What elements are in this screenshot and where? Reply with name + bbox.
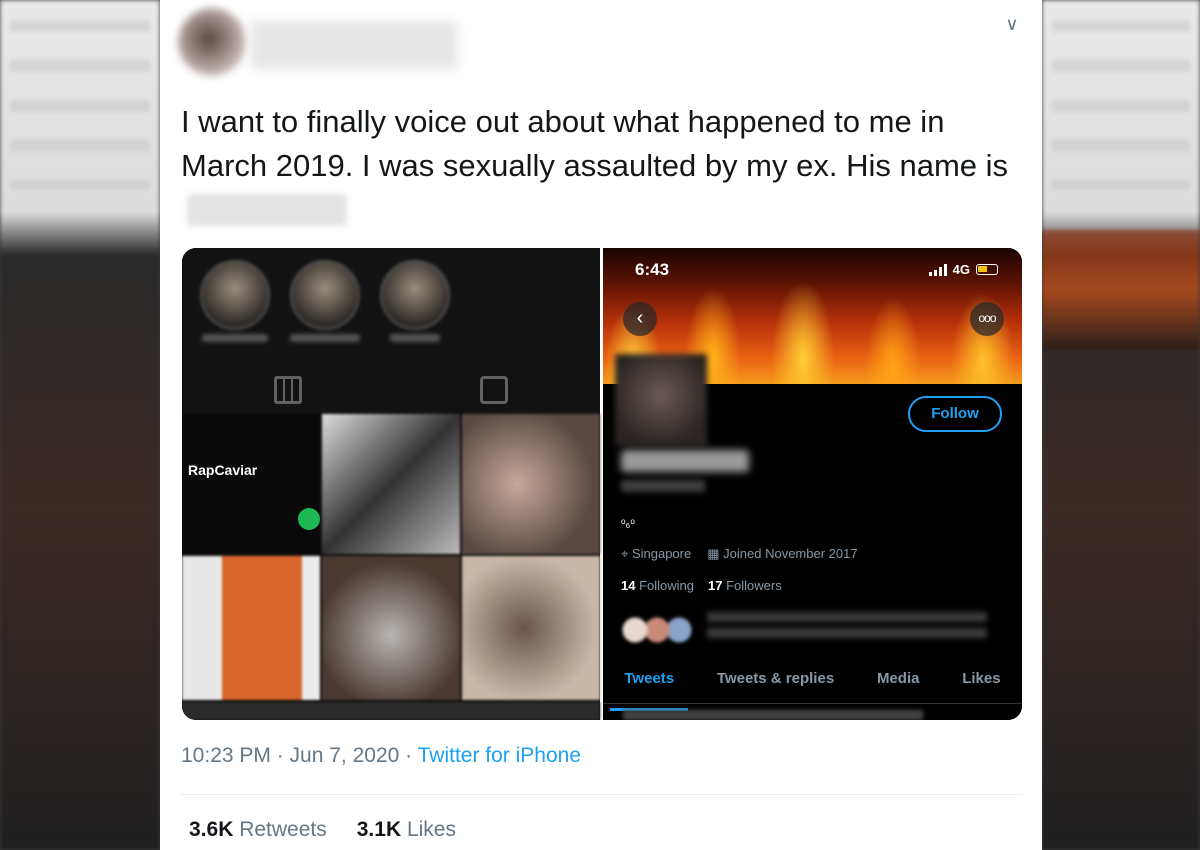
background-blur-right bbox=[1042, 0, 1200, 850]
tab-likes[interactable]: Likes bbox=[962, 664, 1000, 703]
profile-handle-redacted bbox=[621, 480, 705, 492]
more-options-button[interactable]: ooo bbox=[970, 302, 1004, 336]
story-highlight bbox=[380, 260, 450, 330]
tweet-source-link[interactable]: Twitter for iPhone bbox=[418, 744, 581, 767]
status-time: 6:43 bbox=[635, 260, 670, 279]
location: ⌖ Singapore bbox=[621, 546, 692, 561]
spotify-icon bbox=[298, 508, 320, 530]
tweet-media[interactable]: RapCaviar 6:43 4G ‹ ooo Follow ᵒ₆ᵒ ⌖ Sin… bbox=[182, 248, 1022, 720]
follow-button[interactable]: Follow bbox=[908, 396, 1002, 432]
divider bbox=[181, 794, 1023, 795]
back-button[interactable]: ‹ bbox=[623, 302, 657, 336]
retweets-stat[interactable]: 3.6K Retweets bbox=[189, 818, 327, 842]
followers-count[interactable]: 17 Followers bbox=[708, 578, 782, 593]
tweet-metadata: 10:23 PM · Jun 7, 2020 · Twitter for iPh… bbox=[181, 744, 581, 768]
highlight-label-redacted bbox=[202, 334, 268, 342]
follow-counts: 14 Following 17 Followers bbox=[621, 578, 782, 593]
tweet-text: I want to finally voice out about what h… bbox=[181, 100, 1031, 232]
post-thumbnail bbox=[182, 556, 320, 700]
likes-stat[interactable]: 3.1K Likes bbox=[357, 818, 456, 842]
tab-media[interactable]: Media bbox=[877, 664, 920, 703]
story-highlight bbox=[290, 260, 360, 330]
tweet-card: ∨ I want to finally voice out about what… bbox=[160, 0, 1042, 850]
tweet-timestamp[interactable]: 10:23 PM · Jun 7, 2020 bbox=[181, 744, 399, 767]
post-thumbnail bbox=[322, 414, 460, 554]
battery-icon bbox=[976, 264, 998, 275]
tweet-preview-redacted bbox=[623, 710, 923, 720]
media-image-twitter-profile[interactable]: 6:43 4G ‹ ooo Follow ᵒ₆ᵒ ⌖ Singapore ▦ J… bbox=[603, 248, 1022, 720]
highlight-label-redacted bbox=[390, 334, 440, 342]
background-blur-left bbox=[0, 0, 160, 850]
grid-icon bbox=[274, 376, 302, 404]
post-thumbnail bbox=[462, 414, 600, 554]
profile-name-redacted bbox=[621, 450, 749, 472]
thumbnail-label: RapCaviar bbox=[188, 462, 258, 478]
location-icon: ⌖ bbox=[621, 546, 629, 561]
post-thumbnail-row bbox=[182, 702, 600, 720]
tab-tweets-replies[interactable]: Tweets & replies bbox=[717, 664, 834, 703]
followed-by-text-redacted bbox=[707, 612, 987, 642]
story-highlight bbox=[200, 260, 270, 330]
post-thumbnail bbox=[322, 556, 460, 700]
profile-tabs: Tweets Tweets & replies Media Likes bbox=[603, 664, 1022, 711]
following-count[interactable]: 14 Following bbox=[621, 578, 694, 593]
highlight-label-redacted bbox=[290, 334, 360, 342]
chevron-down-icon[interactable]: ∨ bbox=[1002, 14, 1022, 34]
signal-icon bbox=[928, 263, 947, 276]
author-name-redacted bbox=[250, 20, 458, 70]
status-indicators: 4G bbox=[928, 262, 998, 277]
joined-date: ▦ Joined November 2017 bbox=[707, 546, 858, 561]
metadata-separator: · bbox=[399, 744, 418, 767]
profile-meta: ⌖ Singapore ▦ Joined November 2017 bbox=[621, 546, 858, 562]
avatar[interactable] bbox=[178, 8, 246, 76]
profile-picture bbox=[615, 354, 707, 446]
redacted-name bbox=[187, 194, 347, 226]
post-thumbnail bbox=[462, 556, 600, 700]
tweet-stats: 3.6K Retweets 3.1K Likes bbox=[189, 818, 456, 842]
followed-by-avatars bbox=[621, 614, 701, 646]
post-thumbnail bbox=[182, 414, 320, 554]
tagged-icon bbox=[480, 376, 508, 404]
tab-tweets[interactable]: Tweets bbox=[610, 664, 688, 711]
profile-bio: ᵒ₆ᵒ bbox=[621, 516, 635, 530]
calendar-icon: ▦ bbox=[707, 546, 720, 561]
tweet-text-body: I want to finally voice out about what h… bbox=[181, 104, 1009, 183]
media-image-instagram-profile[interactable]: RapCaviar bbox=[182, 248, 600, 720]
network-type: 4G bbox=[952, 262, 970, 277]
